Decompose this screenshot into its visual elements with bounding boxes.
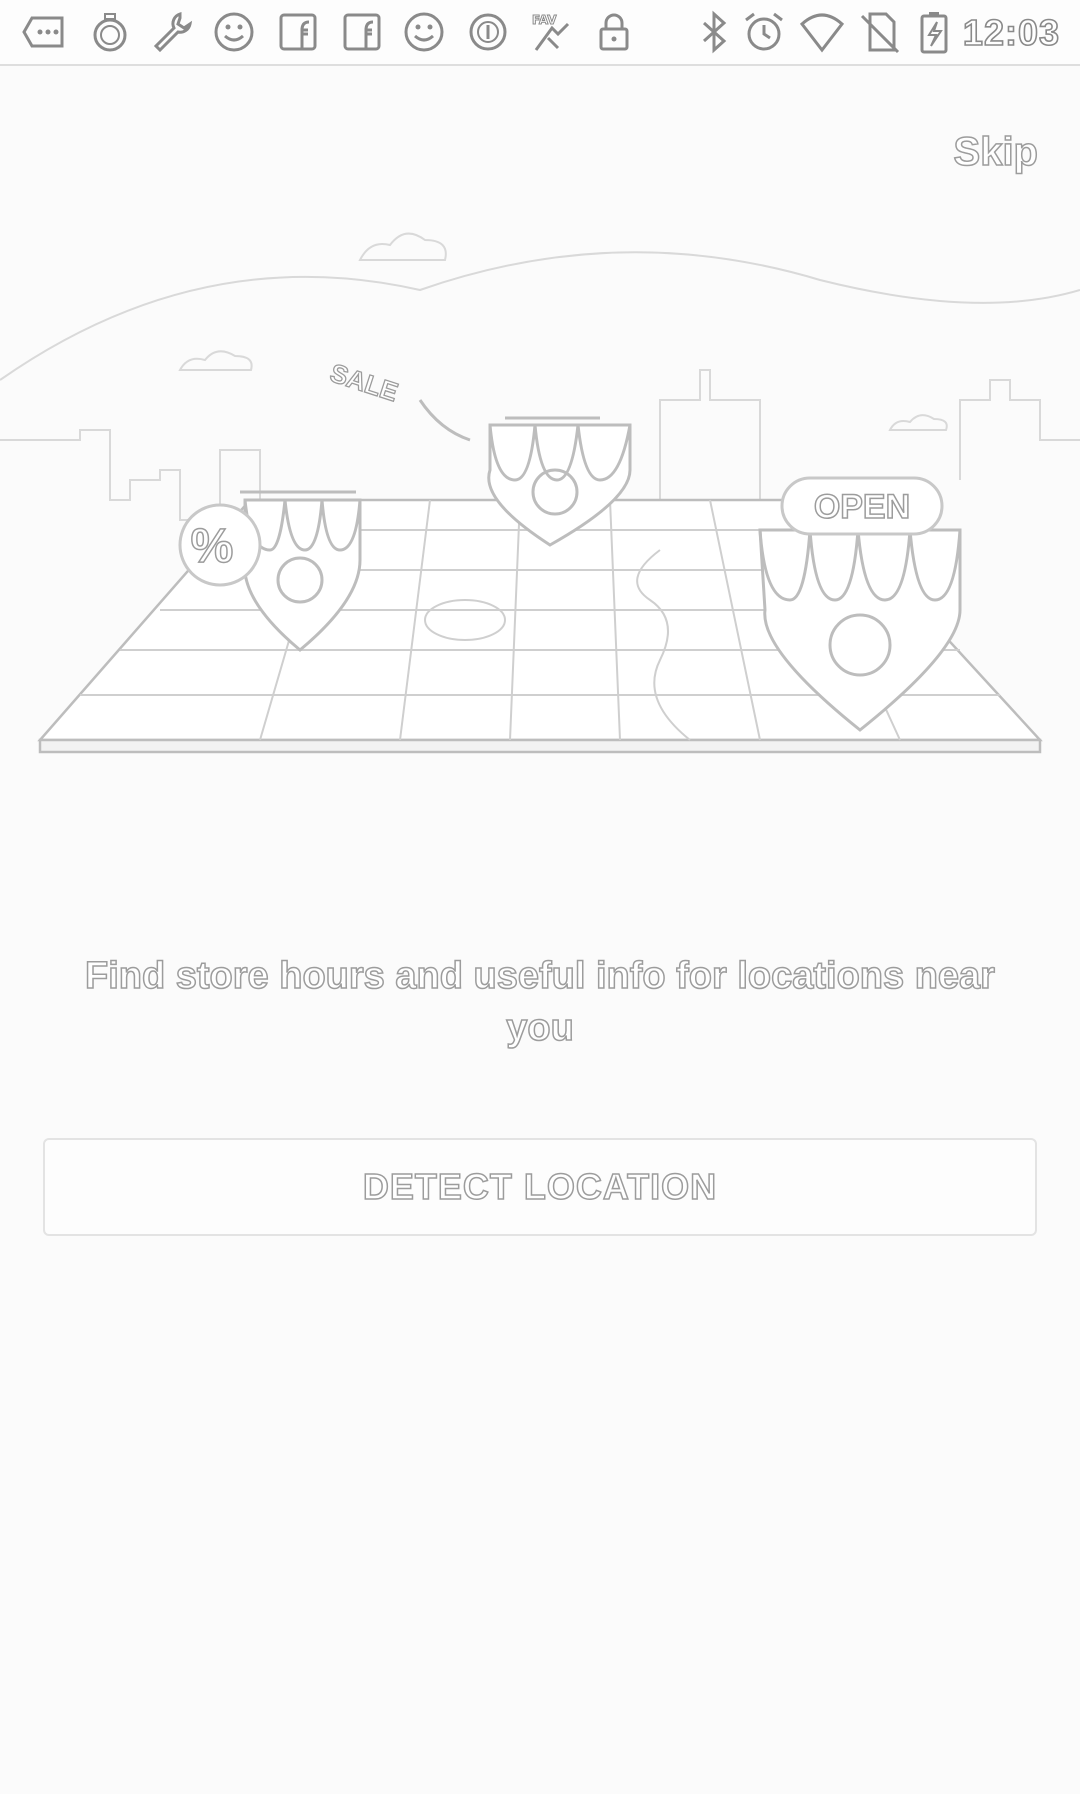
smiley-icon (402, 10, 446, 54)
wrench-icon (150, 10, 194, 54)
no-sim-icon (858, 10, 902, 54)
alarm-icon (742, 10, 786, 54)
sale-tag: SALE (326, 357, 471, 442)
facebook-icon (276, 10, 320, 54)
store-map-illustration: OPEN SALE % (0, 200, 1080, 880)
battery-charging-icon (912, 10, 956, 54)
lock-icon (592, 10, 636, 54)
percent-badge-label: % (191, 520, 234, 573)
cloud (888, 414, 948, 431)
fav-icon: FAV (528, 10, 572, 54)
open-sign: OPEN (780, 476, 944, 536)
onboarding-caption: Find store hours and useful info for loc… (84, 954, 995, 1050)
wifi-icon (799, 10, 845, 54)
more-icon (22, 10, 66, 54)
hills (0, 251, 1080, 381)
smiley-icon (212, 10, 256, 54)
percent-badge: % (178, 503, 262, 587)
cloud (358, 232, 447, 261)
status-time: 12:03 (962, 11, 1060, 54)
status-bar: FAV 12:03 (0, 0, 1080, 66)
detect-location-button[interactable]: DETECT LOCATION (43, 1138, 1037, 1236)
facebook-icon (340, 10, 384, 54)
skip-button[interactable]: Skip (953, 129, 1039, 175)
sale-tag-label: SALE (327, 357, 402, 407)
detect-location-label: DETECT LOCATION (362, 1165, 718, 1208)
svg-text:FAV: FAV (532, 13, 557, 27)
open-sign-label: OPEN (814, 488, 910, 526)
cloud (178, 350, 253, 371)
stopwatch-icon (88, 10, 132, 54)
map-edge (38, 738, 1042, 754)
bluetooth-icon (692, 10, 736, 54)
circle-icon (466, 10, 510, 54)
